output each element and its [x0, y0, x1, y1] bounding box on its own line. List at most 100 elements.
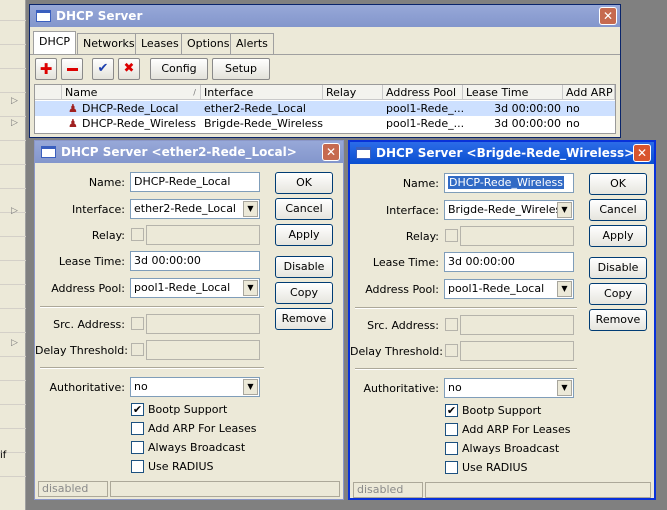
column-header-name[interactable]: Name /	[62, 85, 201, 100]
chevron-down-icon[interactable]: ▼	[243, 201, 258, 217]
window-icon	[356, 146, 371, 159]
relay-field[interactable]	[146, 225, 260, 245]
chevron-down-icon[interactable]: ▼	[557, 380, 572, 396]
src-address-checkbox[interactable]	[445, 318, 458, 331]
tab-strip: DHCP Networks Leases Options Alerts	[33, 31, 618, 55]
add-arp-checkbox[interactable]	[131, 422, 144, 435]
delay-threshold-checkbox[interactable]	[445, 344, 458, 357]
table-row[interactable]: ♟ DHCP-Rede_Wireless Brigde-Rede_Wireles…	[35, 116, 615, 131]
copy-button[interactable]: Copy	[589, 283, 647, 305]
name-field[interactable]: DHCP-Rede_Local	[130, 172, 260, 192]
use-radius-checkbox[interactable]	[131, 460, 144, 473]
table-row[interactable]: ♟ DHCP-Rede_Local ether2-Rede_Local pool…	[35, 101, 615, 116]
tab-networks[interactable]: Networks	[77, 33, 141, 54]
dialog-wireless-titlebar[interactable]: DHCP Server <Brigde-Rede_Wireless> ✕	[350, 142, 654, 164]
window-icon	[41, 145, 56, 158]
chevron-down-icon[interactable]: ▼	[243, 379, 258, 395]
authoritative-select[interactable]: no ▼	[130, 377, 260, 397]
authoritative-select[interactable]: no ▼	[444, 378, 574, 398]
src-address-checkbox[interactable]	[131, 317, 144, 330]
lease-time-label: Lease Time:	[58, 255, 125, 268]
add-arp-checkbox[interactable]	[445, 423, 458, 436]
tab-leases[interactable]: Leases	[135, 33, 185, 54]
cancel-button[interactable]: Cancel	[589, 199, 647, 221]
relay-label: Relay:	[405, 230, 439, 243]
interface-select[interactable]: Brigde-Rede_Wireless ▼	[444, 200, 574, 220]
use-radius-checkbox[interactable]	[445, 461, 458, 474]
row-pool: pool1-Rede_...	[386, 117, 463, 130]
row-interface: ether2-Rede_Local	[204, 102, 306, 115]
disable-button[interactable]: ✖	[118, 58, 140, 80]
ok-button[interactable]: OK	[589, 173, 647, 195]
tab-dhcp[interactable]: DHCP	[33, 31, 77, 54]
enable-button[interactable]: ✔	[92, 58, 114, 80]
background-app-strip: ▷ ▷ ▷ ▷ if	[0, 0, 26, 510]
bootp-support-label: Bootp Support	[462, 404, 542, 417]
tab-options[interactable]: Options	[181, 33, 236, 54]
chevron-down-icon[interactable]: ▼	[557, 202, 572, 218]
always-broadcast-checkbox[interactable]	[131, 441, 144, 454]
interface-label: Interface:	[72, 203, 125, 216]
relay-checkbox[interactable]	[131, 228, 144, 241]
src-address-field[interactable]	[460, 315, 574, 335]
column-header-interface[interactable]: Interface	[201, 85, 323, 100]
row-relay	[323, 116, 383, 131]
column-header-lease-time[interactable]: Lease Time	[463, 85, 563, 100]
address-pool-select[interactable]: pool1-Rede_Local ▼	[130, 278, 260, 298]
delay-threshold-checkbox[interactable]	[131, 343, 144, 356]
row-lease: 3d 00:00:00	[494, 102, 561, 115]
apply-button[interactable]: Apply	[589, 225, 647, 247]
disable-button[interactable]: Disable	[275, 256, 333, 278]
name-label: Name:	[402, 177, 439, 190]
row-interface: Brigde-Rede_Wireless	[204, 117, 323, 130]
setup-button[interactable]: Setup	[212, 58, 270, 80]
authoritative-label: Authoritative:	[363, 382, 440, 395]
address-pool-select[interactable]: pool1-Rede_Local ▼	[444, 279, 574, 299]
lease-time-field[interactable]: 3d 00:00:00	[444, 252, 574, 272]
delay-threshold-field[interactable]	[146, 340, 260, 360]
interface-select[interactable]: ether2-Rede_Local ▼	[130, 199, 260, 219]
dialog-dhcp-local: DHCP Server <ether2-Rede_Local> ✕ Name: …	[34, 140, 344, 500]
delay-threshold-field[interactable]	[460, 341, 574, 361]
add-button[interactable]: ✚	[35, 58, 57, 80]
column-header-add-arp[interactable]: Add ARP	[563, 85, 615, 100]
config-button[interactable]: Config	[150, 58, 208, 80]
column-header-relay[interactable]: Relay	[323, 85, 383, 100]
dialog-local-titlebar[interactable]: DHCP Server <ether2-Rede_Local> ✕	[35, 141, 343, 163]
src-address-label: Src. Address:	[367, 319, 439, 332]
close-button[interactable]: ✕	[633, 144, 651, 162]
copy-button[interactable]: Copy	[275, 282, 333, 304]
apply-button[interactable]: Apply	[275, 224, 333, 246]
dialog-dhcp-wireless: DHCP Server <Brigde-Rede_Wireless> ✕ Nam…	[348, 140, 656, 500]
relay-field[interactable]	[460, 226, 574, 246]
expand-arrow-icon: ▷	[11, 96, 18, 106]
ok-button[interactable]: OK	[275, 172, 333, 194]
always-broadcast-checkbox[interactable]	[445, 442, 458, 455]
bootp-support-checkbox[interactable]: ✔	[445, 404, 458, 417]
close-button[interactable]: ✕	[599, 7, 617, 25]
remove-button[interactable]: Remove	[589, 309, 647, 331]
src-address-label: Src. Address:	[53, 318, 125, 331]
bootp-support-checkbox[interactable]: ✔	[131, 403, 144, 416]
background-text-fragment: if	[0, 450, 7, 461]
separator	[40, 367, 264, 369]
lease-time-field[interactable]: 3d 00:00:00	[130, 251, 260, 271]
tab-alerts[interactable]: Alerts	[230, 33, 274, 54]
cancel-button[interactable]: Cancel	[275, 198, 333, 220]
column-header-address-pool[interactable]: Address Pool	[383, 85, 463, 100]
close-icon: ✕	[602, 9, 614, 23]
name-field[interactable]: DHCP-Rede_Wireless	[444, 173, 574, 193]
expand-arrow-icon: ▷	[11, 206, 18, 216]
chevron-down-icon[interactable]: ▼	[557, 281, 572, 297]
main-window-titlebar[interactable]: DHCP Server ✕	[30, 5, 620, 27]
status-bar-blank	[425, 482, 651, 498]
remove-button[interactable]	[61, 58, 83, 80]
relay-checkbox[interactable]	[445, 229, 458, 242]
plus-icon: ✚	[39, 60, 53, 78]
remove-button[interactable]: Remove	[275, 308, 333, 330]
close-button[interactable]: ✕	[322, 143, 340, 161]
disable-button[interactable]: Disable	[589, 257, 647, 279]
chevron-down-icon[interactable]: ▼	[243, 280, 258, 296]
src-address-field[interactable]	[146, 314, 260, 334]
main-window-title: DHCP Server	[56, 9, 143, 23]
